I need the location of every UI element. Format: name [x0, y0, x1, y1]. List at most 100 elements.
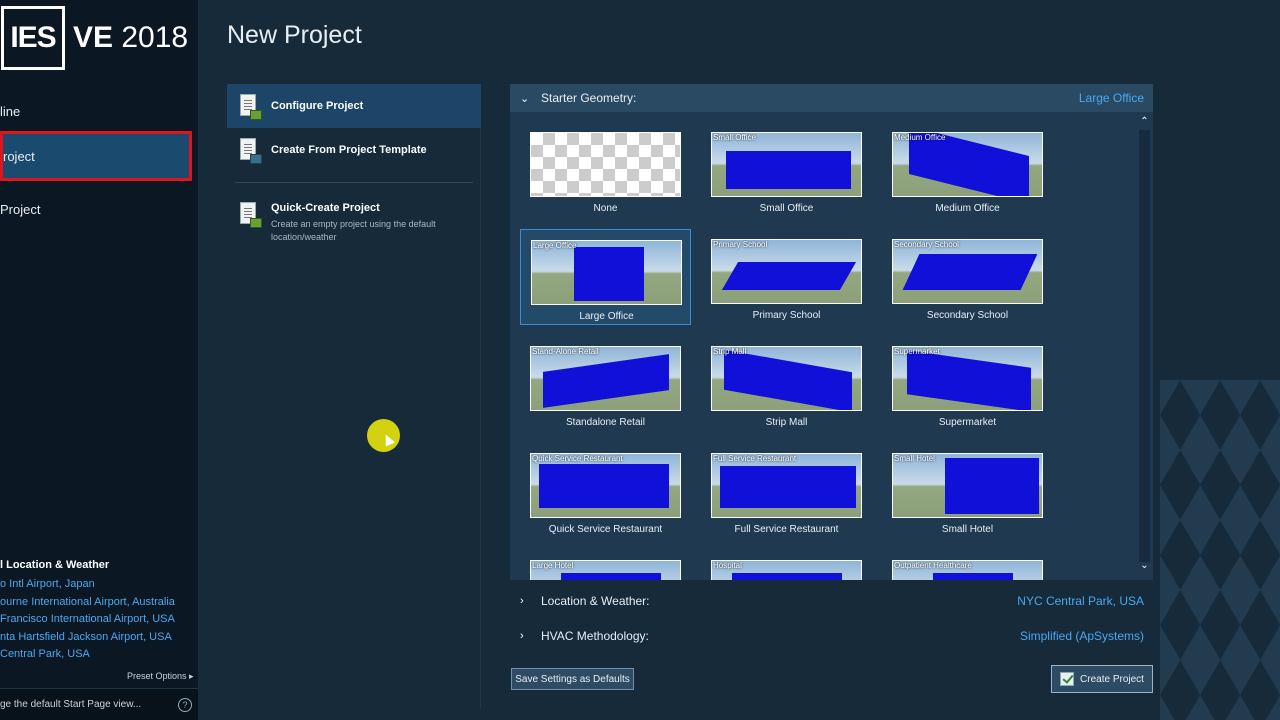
check-icon: [1060, 672, 1075, 686]
geometry-thumbnail: Medium Office: [892, 132, 1043, 197]
chevron-right-icon: ▸: [189, 671, 194, 681]
configure-project-icon: [238, 94, 262, 120]
starter-geometry-title: Starter Geometry:: [541, 91, 637, 105]
logo-year: 2018: [121, 21, 189, 54]
template-icon: [238, 138, 262, 164]
app-logo: IES VE 2018: [0, 6, 188, 70]
geometry-thumbnail: Large Hotel: [530, 560, 681, 580]
option-label: Quick-Create Project: [271, 202, 380, 214]
thumbnail-caption: Secondary School: [894, 240, 959, 249]
starter-geometry-header[interactable]: ⌄ Starter Geometry: Large Office: [510, 84, 1153, 112]
quick-create-option[interactable]: Quick-Create Project Create an empty pro…: [227, 202, 481, 252]
geometry-tile-medium-office[interactable]: Medium Office Medium Office: [882, 122, 1053, 218]
location-weather-value: NYC Central Park, USA: [1017, 594, 1144, 608]
thumbnail-caption: Strip Mall: [713, 347, 747, 356]
location-link[interactable]: o Intl Airport, Japan: [0, 578, 175, 596]
tile-label: Quick Service Restaurant: [548, 524, 663, 535]
sidebar-item-online[interactable]: line: [0, 86, 192, 136]
geometry-tile-full-service-restaurant[interactable]: Full Service Restaurant Full Service Res…: [701, 443, 872, 539]
tile-label: Medium Office: [935, 203, 1000, 214]
geometry-tile-primary-school[interactable]: Primary School Primary School: [701, 229, 872, 325]
geometry-tile-small-hotel[interactable]: Small Hotel Small Hotel: [882, 443, 1053, 539]
button-label: Save Settings as Defaults: [515, 673, 630, 685]
thumbnail-caption: Medium Office: [894, 133, 946, 142]
hvac-methodology-value: Simplified (ApSystems): [1019, 629, 1144, 643]
thumbnail-caption: Supermarket: [894, 347, 940, 356]
geometry-thumbnail: Hospital: [711, 560, 862, 580]
create-from-template-option[interactable]: Create From Project Template: [227, 134, 481, 166]
vertical-scrollbar[interactable]: ⌃ ⌄: [1136, 112, 1153, 580]
location-weather-row[interactable]: › Location & Weather: NYC Central Park, …: [510, 587, 1153, 615]
geometry-tile-small-office[interactable]: Small Office Small Office: [701, 122, 872, 218]
geometry-tile-large-office[interactable]: Large Office Large Office: [520, 229, 691, 325]
geometry-tile-standalone-retail[interactable]: Stand-Alone Retail Standalone Retail: [520, 336, 691, 432]
location-weather-title: l Location & Weather: [0, 559, 110, 571]
sidebar-item-new-project[interactable]: roject: [0, 131, 192, 181]
thumbnail-caption: Outpatient Healthcare: [894, 561, 972, 570]
option-label: Create From Project Template: [271, 144, 427, 156]
project-options: Configure Project Create From Project Te…: [227, 84, 481, 708]
preset-options-link[interactable]: Preset Options ▸: [127, 671, 194, 682]
sidebar-item-label: Project: [0, 201, 41, 217]
tile-label: Secondary School: [926, 310, 1009, 321]
location-link[interactable]: Central Park, USA: [0, 648, 175, 666]
geometry-tile-none[interactable]: None: [520, 122, 691, 218]
thumbnail-caption: Large Hotel: [532, 561, 574, 570]
help-icon[interactable]: ?: [178, 697, 192, 712]
location-link[interactable]: ourne International Airport, Australia: [0, 596, 175, 614]
sidebar-item-label: line: [0, 103, 21, 119]
sidebar-item-label: roject: [3, 148, 35, 164]
geometry-tile-supermarket[interactable]: Supermarket Supermarket: [882, 336, 1053, 432]
geometry-tile-quick-service-restaurant[interactable]: Quick Service Restaurant Quick Service R…: [520, 443, 691, 539]
page-title: New Project: [227, 21, 362, 49]
geometry-thumbnail: Secondary School: [892, 239, 1043, 304]
geometry-thumbnail: Full Service Restaurant: [711, 453, 862, 518]
location-weather-title: Location & Weather:: [541, 594, 650, 608]
thumbnail-caption: Large Office: [533, 241, 577, 250]
divider: [480, 84, 481, 708]
logo-ies-text: IES: [10, 21, 56, 54]
background-pattern: [1160, 380, 1280, 720]
thumbnail-caption: Stand-Alone Retail: [532, 347, 599, 356]
location-list: o Intl Airport, Japan ourne Internationa…: [0, 578, 175, 666]
start-page-footer: ge the default Start Page view... ?: [0, 688, 198, 720]
geometry-thumbnail: Strip Mall: [711, 346, 862, 411]
quick-create-icon: [238, 202, 262, 228]
configure-project-option[interactable]: Configure Project: [227, 84, 481, 128]
location-link[interactable]: nta Hartsfield Jackson Airport, USA: [0, 631, 175, 649]
tile-label: None: [593, 203, 618, 214]
sidebar: IES VE 2018 line roject Project l Locati…: [0, 0, 198, 720]
geometry-tile-secondary-school[interactable]: Secondary School Secondary School: [882, 229, 1053, 325]
chevron-right-icon: ›: [520, 630, 524, 642]
geometry-tile-hospital[interactable]: Hospital: [701, 550, 872, 580]
sidebar-item-open-project[interactable]: Project: [0, 184, 192, 234]
hvac-methodology-row[interactable]: › HVAC Methodology: Simplified (ApSystem…: [510, 622, 1153, 650]
geometry-tile-strip-mall[interactable]: Strip Mall Strip Mall: [701, 336, 872, 432]
scroll-down-icon[interactable]: ⌄: [1136, 560, 1153, 571]
starter-geometry-panel: ⌄ Starter Geometry: Large Office None Sm…: [510, 84, 1153, 580]
geometry-thumbnail: Primary School: [711, 239, 862, 304]
option-description: Create an empty project using the defaul…: [271, 219, 436, 242]
geometry-thumbnail: Large Office: [531, 240, 682, 305]
chevron-down-icon: ⌄: [520, 92, 530, 105]
option-label: Configure Project: [271, 100, 364, 112]
thumbnail-caption: Quick Service Restaurant: [532, 454, 623, 463]
tile-label: Primary School: [752, 310, 821, 321]
tile-label: Small Office: [759, 203, 814, 214]
geometry-thumbnail: Small Office: [711, 132, 862, 197]
thumbnail-caption: Hospital: [713, 561, 742, 570]
change-start-page-link[interactable]: ge the default Start Page view...: [0, 699, 141, 710]
create-project-button[interactable]: Create Project: [1051, 665, 1153, 693]
thumbnail-caption: Small Hotel: [894, 454, 935, 463]
geometry-thumbnail: Quick Service Restaurant: [530, 453, 681, 518]
scrollbar-track[interactable]: [1139, 130, 1150, 562]
location-link[interactable]: Francisco International Airport, USA: [0, 613, 175, 631]
save-settings-defaults-button[interactable]: Save Settings as Defaults: [511, 668, 634, 690]
geometry-tile-outpatient-healthcare[interactable]: Outpatient Healthcare: [882, 550, 1053, 580]
geometry-tile-large-hotel[interactable]: Large Hotel: [520, 550, 691, 580]
scroll-up-icon[interactable]: ⌃: [1136, 116, 1153, 127]
geometry-thumbnail: Stand-Alone Retail: [530, 346, 681, 411]
chevron-right-icon: ›: [520, 595, 524, 607]
thumbnail-caption: Primary School: [713, 240, 768, 249]
geometry-thumbnail: Supermarket: [892, 346, 1043, 411]
